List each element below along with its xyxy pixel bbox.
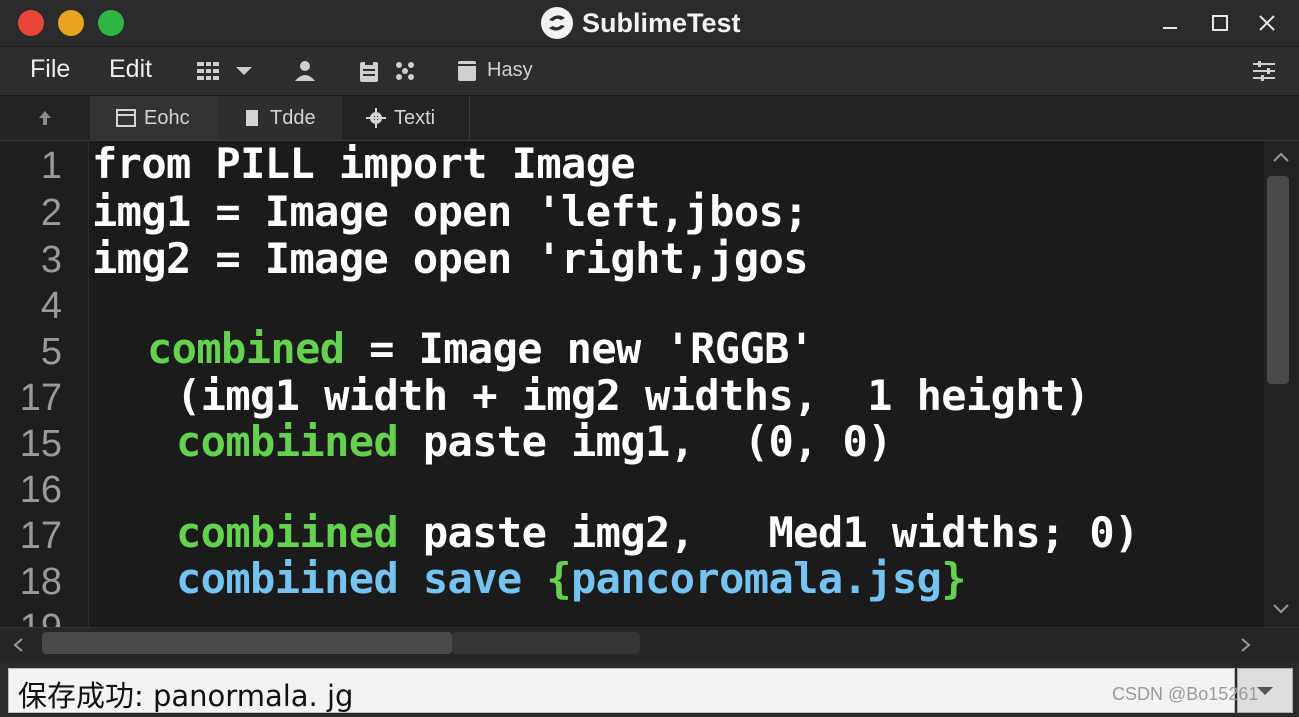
code-line-2: img1 = Image open 'left,jbos; [92, 187, 809, 236]
line-number-gutter: 1 2 3 4 5 17 15 16 17 18 19 [0, 141, 89, 627]
keyword: combined [147, 324, 345, 373]
line-number: 5 [40, 331, 62, 373]
line-number: 17 [19, 377, 62, 419]
minimize-window-button[interactable] [58, 10, 84, 36]
chevron-down-icon[interactable] [230, 57, 258, 85]
tab-texti[interactable]: Texti [342, 96, 470, 140]
maximize-window-button[interactable] [98, 10, 124, 36]
menu-file[interactable]: File [30, 55, 70, 84]
line-number: 17 [19, 515, 62, 557]
keyword: combiined [176, 417, 399, 466]
settings-sliders-icon[interactable] [1250, 57, 1278, 85]
brace-close: } [941, 554, 966, 603]
code-line-9: combiined paste img2, Med1 widths; 0) [176, 510, 1139, 556]
tab-bar: Eohc Tdde Texti [0, 96, 1299, 141]
scroll-up-icon[interactable] [1272, 151, 1290, 163]
user-icon[interactable] [291, 57, 319, 85]
horizontal-scroll-track-segment [452, 632, 640, 654]
line-number: 3 [40, 239, 62, 281]
tab-tdde[interactable]: Tdde [218, 96, 343, 140]
title-bar: SublimeTest [0, 0, 1299, 47]
string-argument: pancoromala.jsg [570, 554, 942, 603]
line-number: 19 [0, 605, 62, 627]
file-icon [242, 108, 262, 128]
watermark: CSDN @Bo15261 [1112, 684, 1259, 704]
code-line-6: (img1 width + img2 widths, 1 height) [176, 371, 1090, 420]
line-number: 18 [19, 561, 62, 603]
tab-eohc[interactable]: Eohc [90, 96, 219, 140]
close-icon[interactable] [1252, 8, 1282, 38]
document-icon[interactable] [453, 57, 481, 85]
code-text: paste img2, Med1 widths; 0) [398, 508, 1140, 557]
status-message: 保存成功: panormala. jg [18, 679, 354, 713]
code-line-5: combined = Image new 'RGGB' [147, 326, 814, 372]
keyword: combiined [176, 508, 399, 557]
tab-label: Tdde [270, 106, 316, 129]
vertical-scroll-thumb[interactable] [1267, 176, 1289, 384]
line-number: 2 [40, 192, 62, 234]
line-number: 16 [19, 469, 62, 511]
code-text: paste img1, (0, 0) [398, 417, 893, 466]
brace-open: { [546, 554, 571, 603]
pin-icon [39, 111, 51, 125]
line-number: 4 [40, 285, 62, 327]
line-number: 15 [19, 423, 62, 465]
minimize-icon[interactable] [1155, 8, 1185, 38]
app-logo-icon [541, 7, 573, 39]
code-line-1: from PILL import Image [92, 141, 636, 188]
scroll-right-icon[interactable] [1240, 637, 1252, 653]
window-title: SublimeTest [582, 7, 741, 38]
maximize-icon[interactable] [1205, 8, 1235, 38]
code-line-7: combiined paste img1, (0, 0) [176, 417, 893, 466]
menu-edit[interactable]: Edit [109, 55, 152, 84]
layout-grid-icon[interactable] [194, 57, 222, 85]
code-line-10: combiined save {pancoromala.jsg} [176, 554, 967, 603]
horizontal-scroll-thumb[interactable] [42, 632, 452, 654]
scroll-left-icon[interactable] [12, 637, 24, 653]
window-title-group: SublimeTest [540, 5, 741, 41]
tab-label: Eohc [144, 106, 190, 129]
tab-label: Texti [394, 106, 436, 129]
window-icon [116, 108, 136, 128]
editor-window: SublimeTest File Edit Hasy Eohc Tdde Tex… [0, 0, 1299, 717]
keyword: combiined save [176, 554, 547, 603]
scroll-down-icon[interactable] [1272, 603, 1290, 615]
dots-grid-icon[interactable] [391, 57, 419, 85]
line-number: 1 [40, 145, 62, 187]
code-text: = Image new 'RGGB' [344, 324, 814, 373]
toolbar-label[interactable]: Hasy [487, 59, 533, 82]
gear-icon [366, 108, 386, 128]
code-line-3: img2 = Image open 'right,jgos [92, 234, 809, 283]
clipboard-icon[interactable] [355, 57, 383, 85]
menu-bar: File Edit Hasy [0, 47, 1299, 96]
pin-tab[interactable] [0, 96, 91, 140]
code-editor[interactable]: 1 2 3 4 5 17 15 16 17 18 19 from PILL im… [0, 141, 1264, 627]
close-window-button[interactable] [18, 10, 44, 36]
